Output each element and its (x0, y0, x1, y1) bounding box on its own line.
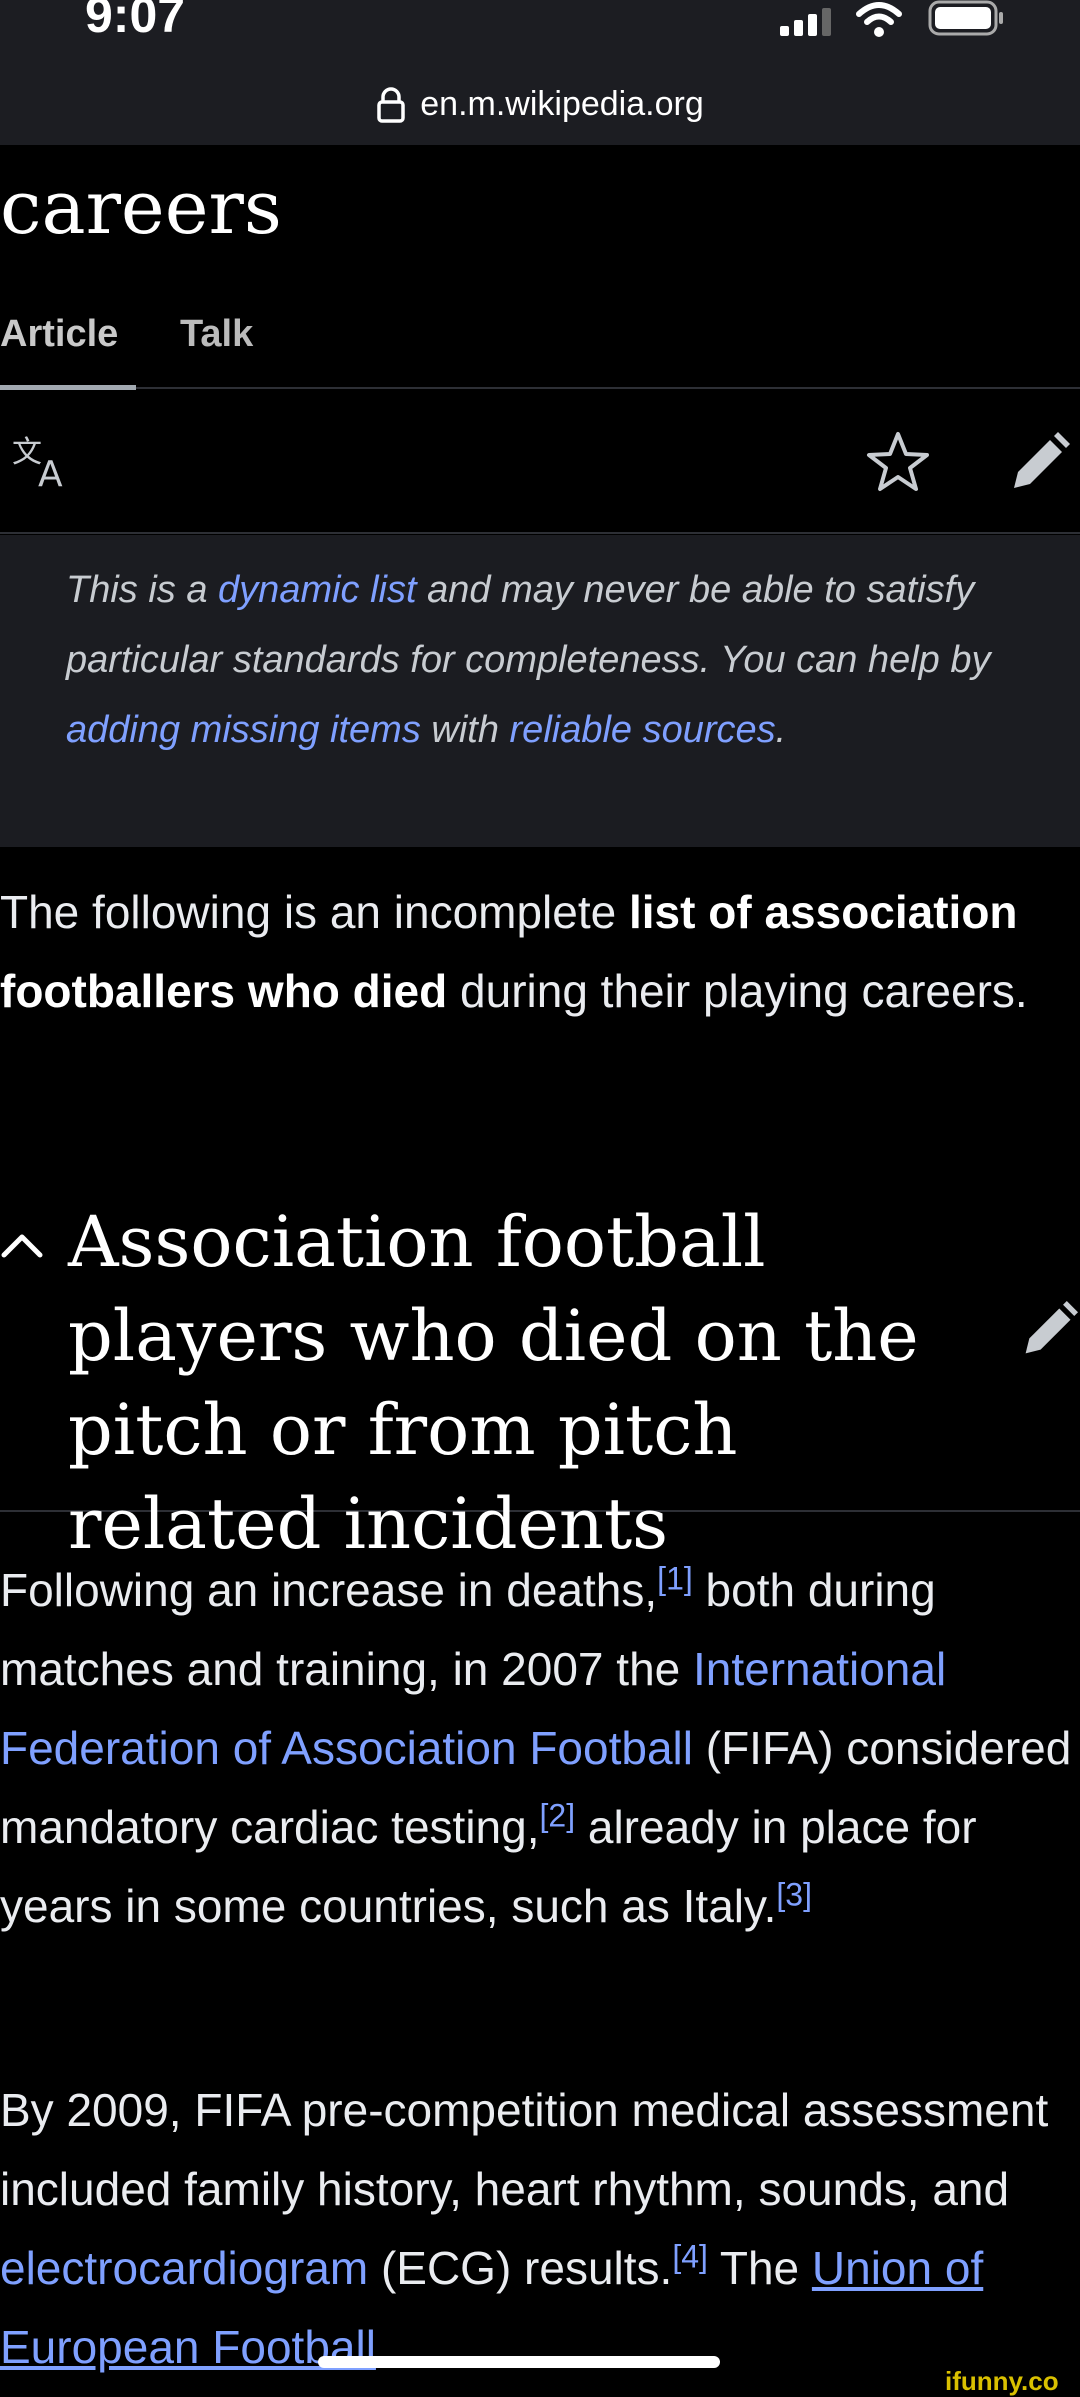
paragraph-text: (ECG) results. (368, 2242, 673, 2294)
watermark: ifunny.co (945, 2366, 1059, 2396)
status-bar: 9:07 en.m.wikipedia.org (0, 0, 1080, 145)
chevron-up-icon[interactable] (0, 1223, 44, 1267)
paragraph-text: By 2009, FIFA pre-competition medical as… (0, 2084, 1049, 2215)
svg-text:A: A (38, 454, 63, 490)
paragraph-text: The (707, 2242, 812, 2294)
home-indicator[interactable] (318, 2356, 720, 2368)
reliable-sources-link[interactable]: reliable sources (510, 709, 776, 751)
dynamic-list-link[interactable]: dynamic list (218, 569, 417, 611)
intro-text: The following is an incomplete (0, 886, 629, 938)
intro-paragraph: The following is an incomplete list of a… (0, 873, 1080, 1031)
language-icon[interactable]: 文 A (10, 430, 80, 490)
dynamic-list-notice: This is a dynamic list and may never be … (0, 535, 1080, 847)
reference-link[interactable]: [4] (672, 2239, 708, 2275)
notice-text: . (775, 709, 787, 751)
page-title: careers (0, 165, 282, 251)
edit-section-icon[interactable] (1020, 1301, 1078, 1359)
page-tabs: Article Talk (0, 305, 1080, 390)
paragraph-text: Following an increase in deaths, (0, 1564, 658, 1616)
paragraph-medical-assessment: By 2009, FIFA pre-competition medical as… (0, 2071, 1080, 2387)
wifi-icon (856, 2, 902, 37)
battery-icon (928, 0, 1003, 36)
section-title: Association football players who died on… (68, 1201, 919, 1565)
intro-text: during their playing careers. (447, 965, 1028, 1017)
notice-text: with (420, 709, 510, 751)
adding-missing-items-link[interactable]: adding missing items (66, 709, 421, 751)
star-icon[interactable] (866, 430, 930, 494)
reference-link[interactable]: [2] (540, 1798, 576, 1834)
clock: 9:07 (85, 0, 186, 43)
paragraph-fifa-testing: Following an increase in deaths,[1] both… (0, 1551, 1080, 1946)
url-text: en.m.wikipedia.org (420, 85, 704, 123)
edit-icon[interactable] (1008, 432, 1070, 494)
page-toolbar: 文 A (0, 390, 1080, 534)
reference-link[interactable]: [1] (657, 1561, 693, 1597)
address-bar[interactable]: en.m.wikipedia.org (0, 85, 1080, 135)
cellular-signal-icon (780, 8, 831, 36)
tab-article[interactable]: Article (0, 313, 118, 356)
lock-icon (377, 86, 405, 123)
reference-link[interactable]: [3] (776, 1877, 812, 1913)
section-heading[interactable]: Association football players who died on… (0, 1195, 1080, 1565)
tab-talk[interactable]: Talk (180, 313, 253, 356)
notice-text: This is a (66, 569, 219, 611)
electrocardiogram-link[interactable]: electrocardiogram (0, 2242, 368, 2294)
